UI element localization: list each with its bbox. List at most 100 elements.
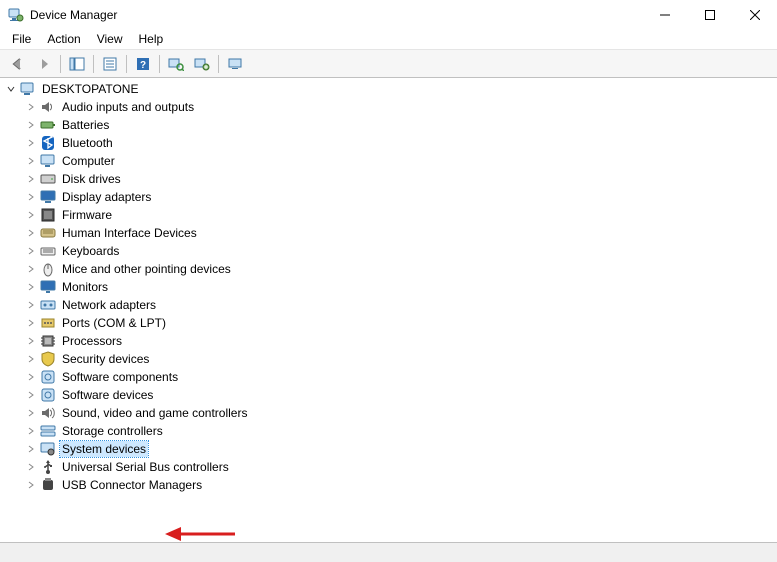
disk-icon — [40, 171, 56, 187]
tree-category[interactable]: Software components — [4, 368, 777, 386]
tree-category[interactable]: Network adapters — [4, 296, 777, 314]
category-label[interactable]: Sound, video and game controllers — [60, 405, 249, 421]
menu-view[interactable]: View — [89, 30, 131, 49]
chevron-right-icon[interactable] — [24, 154, 38, 168]
close-button[interactable] — [732, 0, 777, 30]
category-label[interactable]: Software components — [60, 369, 180, 385]
chevron-right-icon[interactable] — [24, 226, 38, 240]
tree-category[interactable]: Computer — [4, 152, 777, 170]
category-label[interactable]: Monitors — [60, 279, 110, 295]
chevron-right-icon[interactable] — [24, 478, 38, 492]
chevron-right-icon[interactable] — [24, 118, 38, 132]
category-label[interactable]: Keyboards — [60, 243, 121, 259]
root-label[interactable]: DESKTOPATONE — [40, 81, 140, 97]
tree-category[interactable]: Monitors — [4, 278, 777, 296]
chevron-right-icon[interactable] — [24, 280, 38, 294]
maximize-button[interactable] — [687, 0, 732, 30]
tree-category[interactable]: Mice and other pointing devices — [4, 260, 777, 278]
forward-icon — [36, 57, 52, 71]
forward-button[interactable] — [32, 53, 56, 75]
chevron-right-icon[interactable] — [24, 406, 38, 420]
category-label[interactable]: Ports (COM & LPT) — [60, 315, 168, 331]
chevron-right-icon[interactable] — [24, 172, 38, 186]
tree-category[interactable]: Keyboards — [4, 242, 777, 260]
back-button[interactable] — [6, 53, 30, 75]
tree-category[interactable]: USB Connector Managers — [4, 476, 777, 494]
toolbar-separator — [126, 55, 127, 73]
keyboard-icon — [40, 243, 56, 259]
chevron-right-icon[interactable] — [24, 100, 38, 114]
category-label[interactable]: Security devices — [60, 351, 151, 367]
tree-root[interactable]: DESKTOPATONE — [4, 80, 777, 98]
tree-category[interactable]: Storage controllers — [4, 422, 777, 440]
category-label[interactable]: Audio inputs and outputs — [60, 99, 196, 115]
category-label[interactable]: Firmware — [60, 207, 114, 223]
display-icon — [40, 189, 56, 205]
back-icon — [10, 57, 26, 71]
tree-category[interactable]: Display adapters — [4, 188, 777, 206]
category-label[interactable]: Software devices — [60, 387, 155, 403]
battery-icon — [40, 117, 56, 133]
chevron-right-icon[interactable] — [24, 136, 38, 150]
tree-category[interactable]: Batteries — [4, 116, 777, 134]
show-hide-tree-button[interactable] — [65, 53, 89, 75]
chevron-right-icon[interactable] — [24, 190, 38, 204]
chevron-right-icon[interactable] — [24, 352, 38, 366]
show-hide-icon — [69, 57, 85, 71]
category-label[interactable]: Storage controllers — [60, 423, 165, 439]
toolbar-separator — [60, 55, 61, 73]
category-label[interactable]: Disk drives — [60, 171, 123, 187]
chevron-right-icon[interactable] — [24, 370, 38, 384]
tree-category[interactable]: Bluetooth — [4, 134, 777, 152]
help-button[interactable]: ? — [131, 53, 155, 75]
category-label[interactable]: System devices — [60, 441, 148, 457]
tree-category[interactable]: Sound, video and game controllers — [4, 404, 777, 422]
category-label[interactable]: Human Interface Devices — [60, 225, 199, 241]
chevron-right-icon[interactable] — [24, 298, 38, 312]
chevron-right-icon[interactable] — [24, 442, 38, 456]
category-label[interactable]: Processors — [60, 333, 124, 349]
menu-action[interactable]: Action — [39, 30, 88, 49]
category-label[interactable]: Batteries — [60, 117, 111, 133]
add-legacy-button[interactable] — [190, 53, 214, 75]
category-label[interactable]: Display adapters — [60, 189, 153, 205]
chevron-right-icon[interactable] — [24, 244, 38, 258]
tree-category[interactable]: Ports (COM & LPT) — [4, 314, 777, 332]
tree-category[interactable]: Software devices — [4, 386, 777, 404]
category-label[interactable]: Bluetooth — [60, 135, 115, 151]
scan-hardware-button[interactable] — [164, 53, 188, 75]
devices-printers-button[interactable] — [223, 53, 247, 75]
sound-icon — [40, 405, 56, 421]
usb-conn-icon — [40, 477, 56, 493]
properties-button[interactable] — [98, 53, 122, 75]
tree-category[interactable]: Security devices — [4, 350, 777, 368]
tree-category[interactable]: Firmware — [4, 206, 777, 224]
tree-category[interactable]: Audio inputs and outputs — [4, 98, 777, 116]
mouse-icon — [40, 261, 56, 277]
usb-icon — [40, 459, 56, 475]
chevron-down-icon[interactable] — [4, 82, 18, 96]
chevron-right-icon[interactable] — [24, 388, 38, 402]
chevron-right-icon[interactable] — [24, 460, 38, 474]
tree-category[interactable]: Processors — [4, 332, 777, 350]
category-label[interactable]: Mice and other pointing devices — [60, 261, 233, 277]
chevron-right-icon[interactable] — [24, 208, 38, 222]
titlebar: Device Manager — [0, 0, 777, 30]
tree-category[interactable]: Universal Serial Bus controllers — [4, 458, 777, 476]
chevron-right-icon[interactable] — [24, 334, 38, 348]
chevron-right-icon[interactable] — [24, 316, 38, 330]
tree-category[interactable]: Disk drives — [4, 170, 777, 188]
chevron-right-icon[interactable] — [24, 262, 38, 276]
annotation-arrow — [165, 524, 235, 542]
tree-category[interactable]: Human Interface Devices — [4, 224, 777, 242]
menu-help[interactable]: Help — [131, 30, 172, 49]
device-tree[interactable]: DESKTOPATONE Audio inputs and outputs Bat… — [0, 78, 777, 542]
menu-file[interactable]: File — [4, 30, 39, 49]
chevron-right-icon[interactable] — [24, 424, 38, 438]
tree-category[interactable]: System devices — [4, 440, 777, 458]
category-label[interactable]: Network adapters — [60, 297, 158, 313]
category-label[interactable]: Universal Serial Bus controllers — [60, 459, 231, 475]
category-label[interactable]: USB Connector Managers — [60, 477, 204, 493]
minimize-button[interactable] — [642, 0, 687, 30]
category-label[interactable]: Computer — [60, 153, 117, 169]
